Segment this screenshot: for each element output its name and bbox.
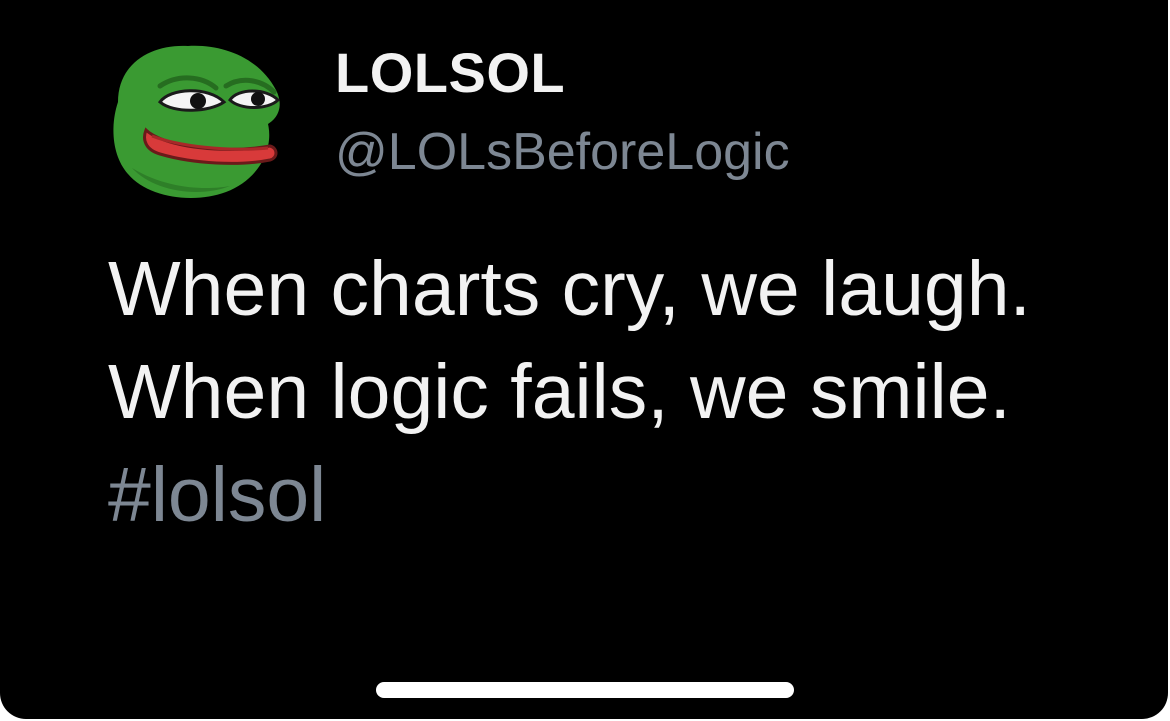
- tweet-line-1: When charts cry, we laugh.: [108, 246, 1031, 332]
- home-indicator[interactable]: [376, 682, 794, 698]
- tweet-line-2: When logic fails, we smile.: [108, 349, 1011, 435]
- tweet-text: When charts cry, we laugh. When logic fa…: [108, 238, 1148, 547]
- tweet-screen: LOLSOL @LOLsBeforeLogic When charts cry,…: [0, 0, 1168, 719]
- pepe-frog-avatar-icon[interactable]: [108, 40, 284, 200]
- author-handle[interactable]: @LOLsBeforeLogic: [335, 122, 790, 182]
- author-display-name[interactable]: LOLSOL: [335, 40, 565, 105]
- hashtag-link[interactable]: #lolsol: [108, 444, 1148, 547]
